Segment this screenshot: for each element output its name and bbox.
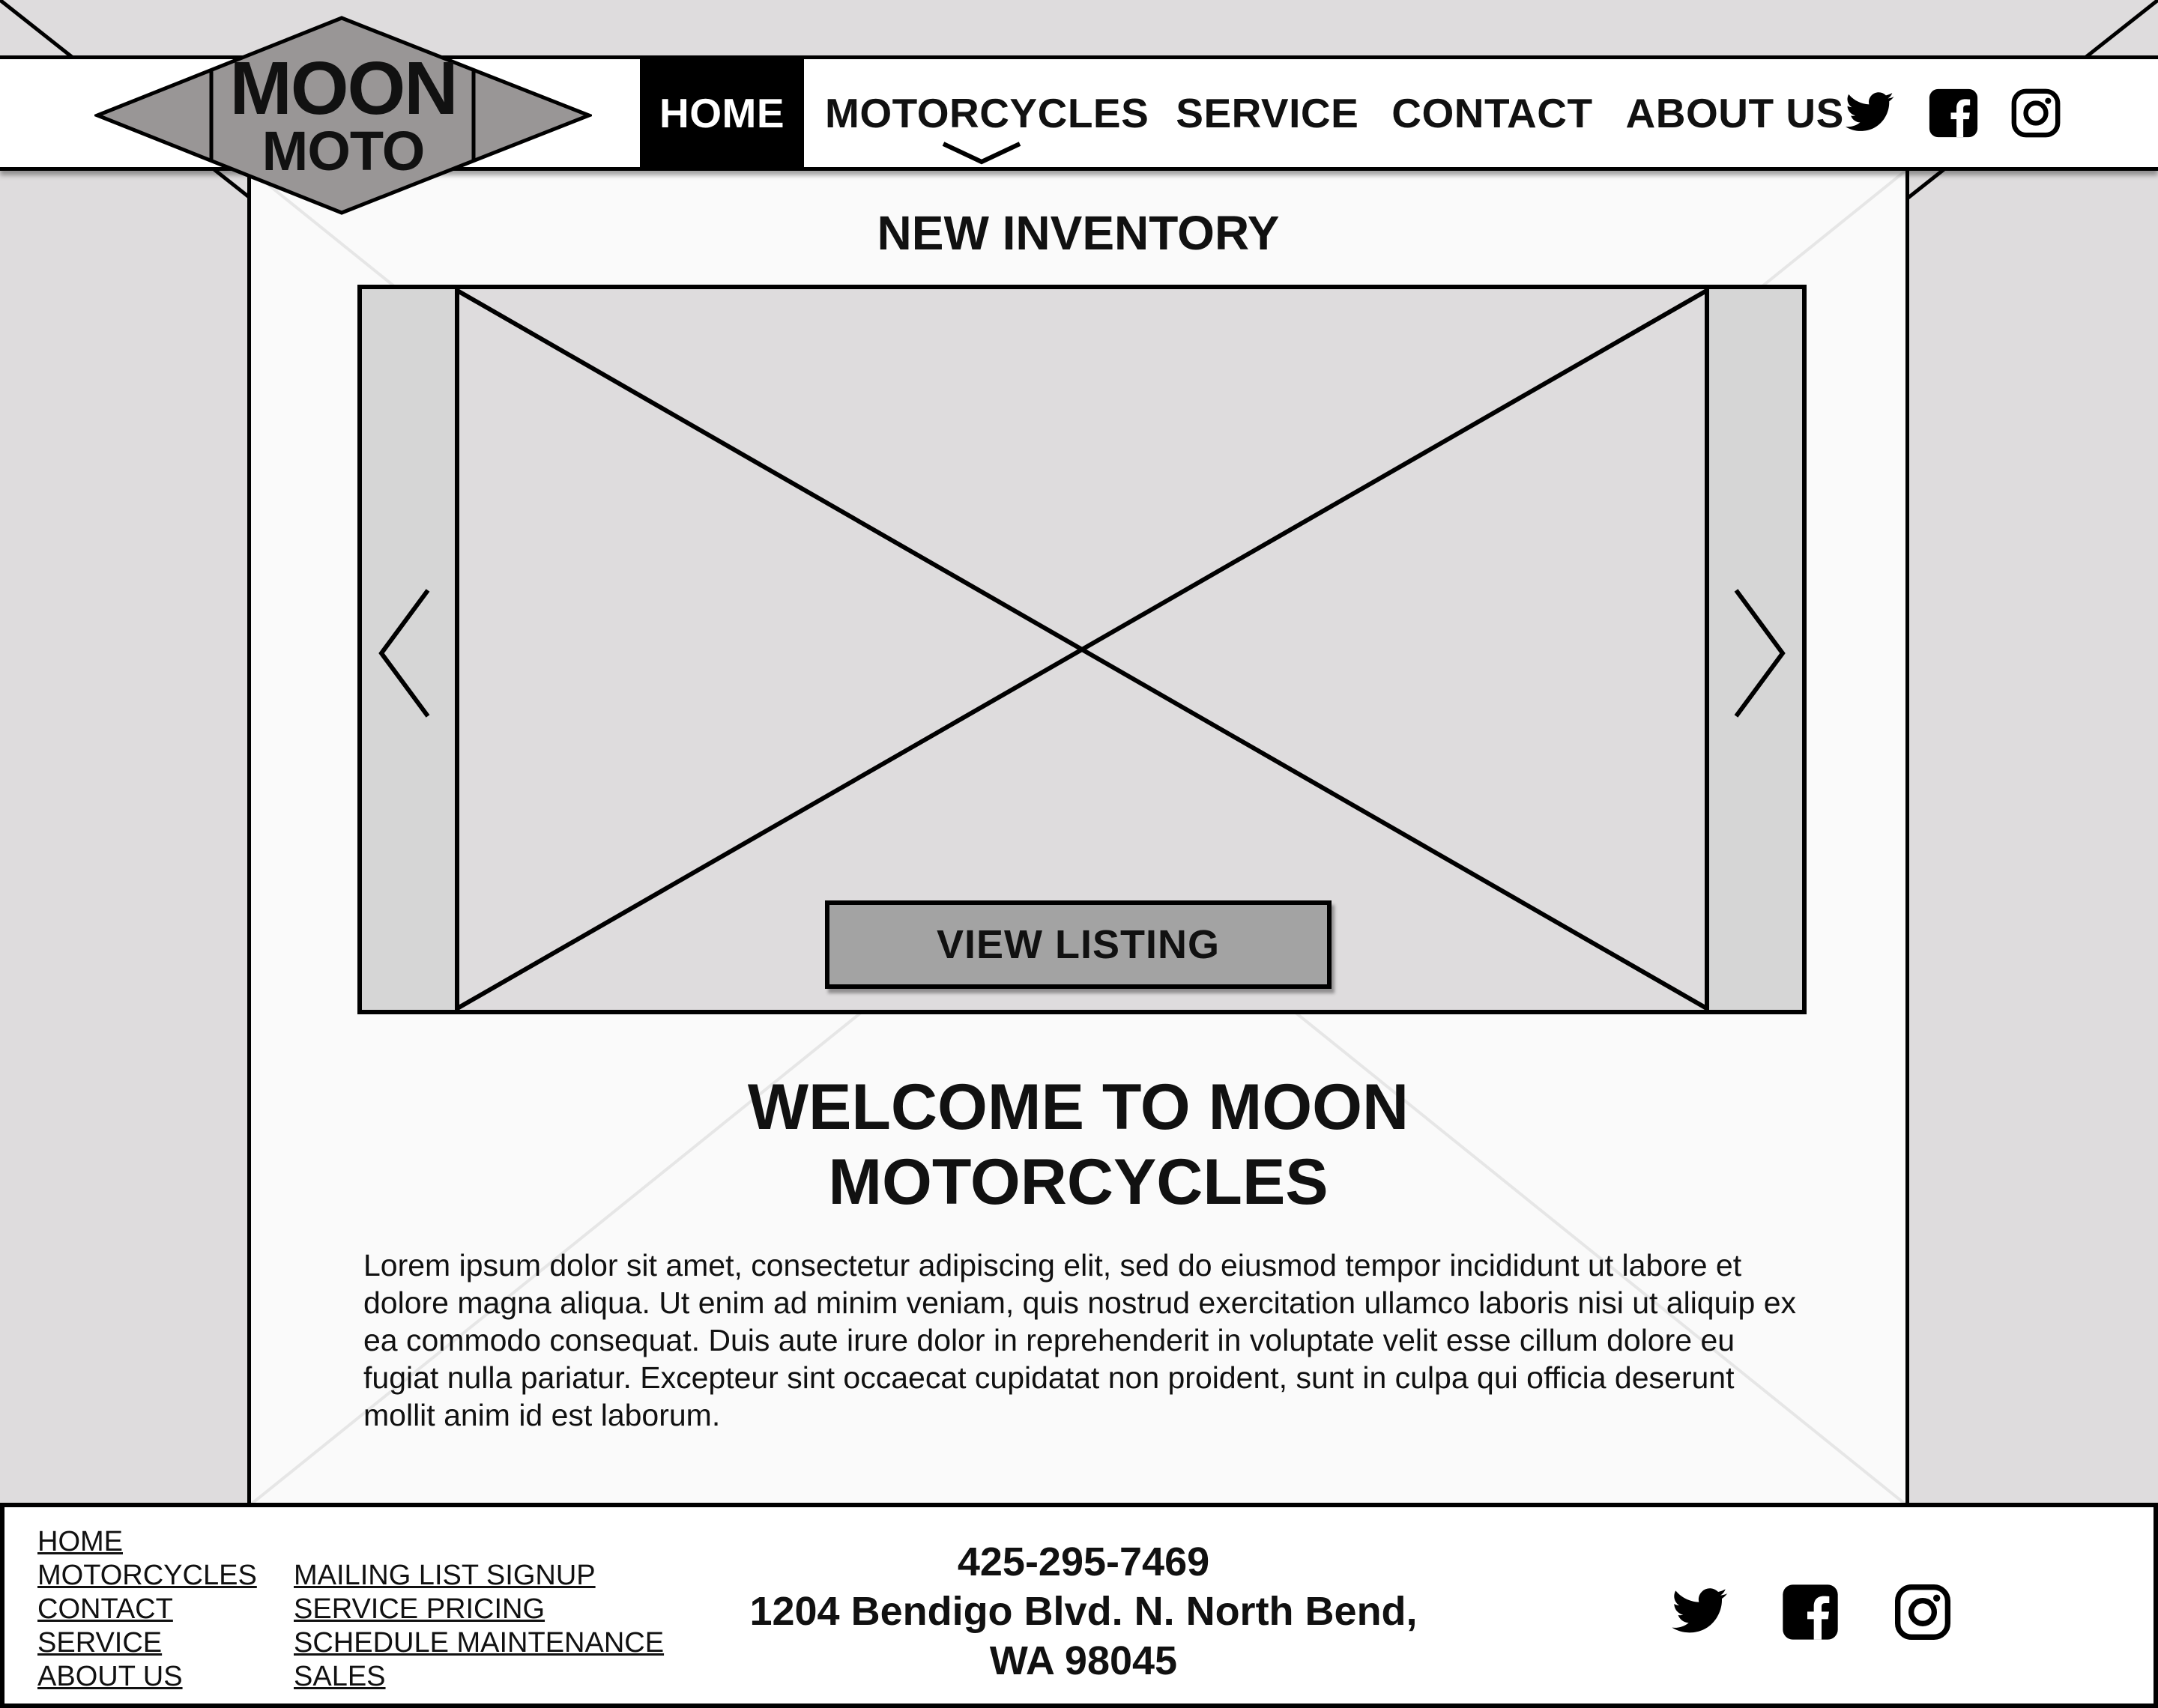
footer-phone[interactable]: 425-295-7469: [746, 1537, 1421, 1587]
nav-motorcycles[interactable]: MOTORCYCLES: [804, 55, 1159, 171]
logo-line-2: MOTO: [262, 120, 426, 182]
nav-about-us[interactable]: ABOUT US: [1610, 55, 1861, 171]
logo[interactable]: MOON MOTO: [92, 15, 594, 216]
instagram-icon[interactable]: [2010, 87, 2062, 139]
instagram-icon[interactable]: [1893, 1582, 1953, 1642]
welcome-line-2: MOTORCYCLES: [828, 1146, 1329, 1218]
chevron-right-icon[interactable]: [1727, 587, 1787, 719]
footer-link-service[interactable]: SERVICE: [37, 1626, 257, 1660]
facebook-icon[interactable]: [1927, 87, 1980, 139]
footer-address-line-2: WA 98045: [989, 1638, 1178, 1683]
twitter-icon[interactable]: [1843, 87, 1896, 139]
main-nav: HOME MOTORCYCLES SERVICE CONTACT ABOUT U…: [640, 55, 1861, 171]
nav-motorcycles-label: MOTORCYCLES: [825, 90, 1149, 136]
footer-nav-links: HOME MOTORCYCLES CONTACT SERVICE ABOUT U…: [37, 1525, 257, 1694]
footer-link-home[interactable]: HOME: [37, 1525, 257, 1559]
facebook-icon[interactable]: [1780, 1582, 1840, 1642]
footer-link-service-pricing[interactable]: SERVICE PRICING: [294, 1593, 664, 1626]
nav-home[interactable]: HOME: [640, 55, 804, 171]
carousel-prev-panel[interactable]: [362, 289, 459, 1010]
inventory-carousel: VIEW LISTING: [357, 285, 1807, 1014]
footer-link-motorcycles[interactable]: MOTORCYCLES: [37, 1559, 257, 1593]
footer-link-sales[interactable]: SALES: [294, 1660, 664, 1694]
footer-link-mailing-list[interactable]: MAILING LIST SIGNUP: [294, 1559, 664, 1593]
welcome-line-1: WELCOME TO MOON: [747, 1071, 1409, 1143]
footer-secondary-links: MAILING LIST SIGNUP SERVICE PRICING SCHE…: [294, 1559, 664, 1694]
logo-line-1: MOON: [229, 46, 458, 130]
footer-link-contact[interactable]: CONTACT: [37, 1593, 257, 1626]
chevron-down-icon: [942, 142, 1021, 165]
nav-contact[interactable]: CONTACT: [1375, 55, 1609, 171]
welcome-heading: WELCOME TO MOON MOTORCYCLES: [251, 1070, 1905, 1220]
main-content: NEW INVENTORY VIEW LISTING WELCOME TO MO…: [247, 171, 1909, 1504]
welcome-body: Lorem ipsum dolor sit amet, consectetur …: [363, 1248, 1797, 1432]
chevron-left-icon[interactable]: [377, 587, 437, 719]
nav-service[interactable]: SERVICE: [1159, 55, 1375, 171]
footer-contact: 425-295-7469 1204 Bendigo Blvd. N. North…: [746, 1537, 1421, 1686]
twitter-icon[interactable]: [1669, 1582, 1729, 1642]
footer-link-schedule-maintenance[interactable]: SCHEDULE MAINTENANCE: [294, 1626, 664, 1660]
footer-link-about-us[interactable]: ABOUT US: [37, 1660, 257, 1694]
carousel-next-panel[interactable]: [1705, 289, 1802, 1010]
footer-address-line-1: 1204 Bendigo Blvd. N. North Bend,: [749, 1589, 1418, 1634]
view-listing-button[interactable]: VIEW LISTING: [825, 900, 1332, 989]
